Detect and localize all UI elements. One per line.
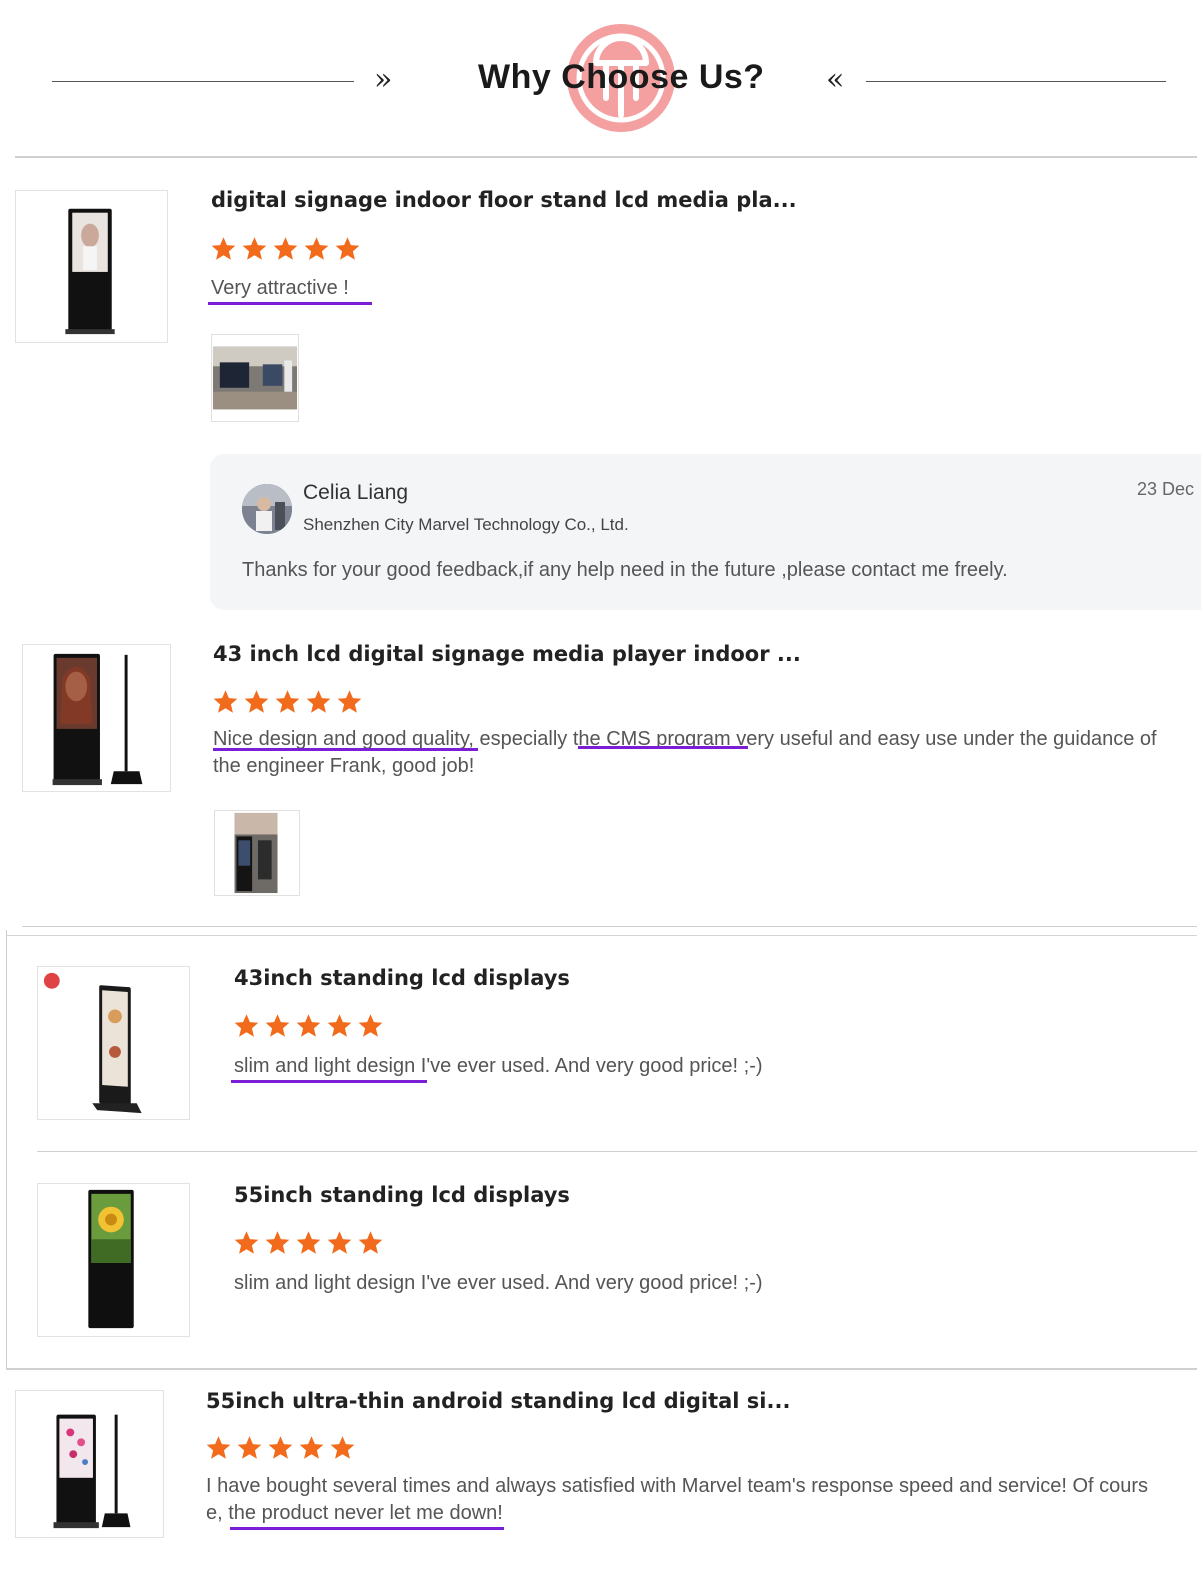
highlight-underline — [213, 748, 478, 751]
highlight-underline — [230, 1527, 504, 1530]
star-icon — [299, 1436, 324, 1459]
star-icon — [206, 1436, 231, 1459]
header-divider-left — [52, 81, 354, 82]
star-icon — [234, 1014, 259, 1037]
review-text: slim and light design I've ever used. An… — [234, 1053, 763, 1080]
star-rating — [233, 1012, 384, 1039]
review-text: I have bought several times and always s… — [206, 1475, 1149, 1497]
section-separator — [22, 926, 1197, 927]
star-icon — [268, 1436, 293, 1459]
review-text-line2: the engineer Frank, good job! — [213, 755, 475, 777]
review-text-highlight: the product never let me down! — [228, 1502, 503, 1524]
avatar — [242, 484, 292, 534]
star-rating — [233, 1229, 384, 1256]
product-title[interactable]: digital signage indoor floor stand lcd m… — [211, 188, 797, 212]
page-title: Why Choose Us? — [478, 58, 765, 96]
star-icon — [265, 1231, 290, 1254]
product-title[interactable]: 55inch ultra-thin android standing lcd d… — [206, 1389, 790, 1413]
review-photo[interactable] — [214, 810, 300, 896]
star-icon — [296, 1014, 321, 1037]
review-text: slim and light design I've ever used. An… — [234, 1272, 763, 1294]
reply-message: Thanks for your good feedback,if any hel… — [242, 559, 1008, 581]
product-title[interactable]: 43inch standing lcd displays — [234, 966, 570, 990]
star-icon — [358, 1231, 383, 1254]
star-icon — [296, 1231, 321, 1254]
highlight-underline — [578, 746, 748, 749]
star-icon — [327, 1231, 352, 1254]
review-text-segment: , especially — [468, 728, 573, 750]
star-icon — [330, 1436, 355, 1459]
inner-separator — [37, 1151, 1197, 1152]
star-icon — [337, 690, 362, 713]
review-text-line2: e, the product never let me down! — [206, 1500, 503, 1527]
star-rating — [205, 1434, 356, 1461]
group-border-bottom — [6, 1368, 1197, 1370]
star-icon — [237, 1436, 262, 1459]
product-title[interactable]: 55inch standing lcd displays — [234, 1183, 570, 1207]
chevron-right-icon: » — [374, 62, 393, 97]
highlight-underline — [231, 1080, 427, 1083]
star-rating — [210, 235, 361, 262]
group-border-top — [6, 935, 1197, 936]
header-divider-right — [866, 81, 1166, 82]
review-text-segment: I've ever used. And very good price! ;-) — [415, 1055, 763, 1077]
star-icon — [242, 237, 267, 260]
seller-company: Shenzhen City Marvel Technology Co., Ltd… — [303, 515, 629, 534]
product-thumbnail[interactable] — [37, 1183, 190, 1337]
star-icon — [213, 690, 238, 713]
review-text-segment: very useful and easy use under the guida… — [736, 728, 1157, 750]
star-icon — [265, 1014, 290, 1037]
star-icon — [234, 1231, 259, 1254]
seller-name: Celia Liang — [303, 481, 409, 504]
highlight-underline — [208, 302, 372, 305]
group-border-left — [6, 930, 7, 1370]
star-icon — [327, 1014, 352, 1037]
review-text-segment: e, — [206, 1502, 229, 1524]
star-icon — [211, 237, 236, 260]
review-photo[interactable] — [211, 334, 299, 422]
review-text-highlight: slim and light design — [234, 1055, 416, 1077]
chevron-left-icon: « — [826, 62, 845, 97]
product-thumbnail[interactable] — [15, 1390, 164, 1538]
star-icon — [244, 690, 269, 713]
product-title[interactable]: 43 inch lcd digital signage media player… — [213, 642, 801, 666]
reply-date: 23 Dec — [1137, 479, 1195, 499]
product-thumbnail[interactable] — [37, 966, 190, 1120]
star-rating — [212, 688, 363, 715]
review-text-highlight: Nice design and good quality — [213, 728, 469, 750]
star-icon — [304, 237, 329, 260]
header-separator — [15, 156, 1197, 158]
review-text: Very attractive ! — [211, 277, 349, 299]
product-thumbnail[interactable] — [22, 644, 171, 792]
star-icon — [275, 690, 300, 713]
star-icon — [358, 1014, 383, 1037]
product-thumbnail[interactable] — [15, 190, 168, 343]
star-icon — [273, 237, 298, 260]
star-icon — [335, 237, 360, 260]
star-icon — [306, 690, 331, 713]
